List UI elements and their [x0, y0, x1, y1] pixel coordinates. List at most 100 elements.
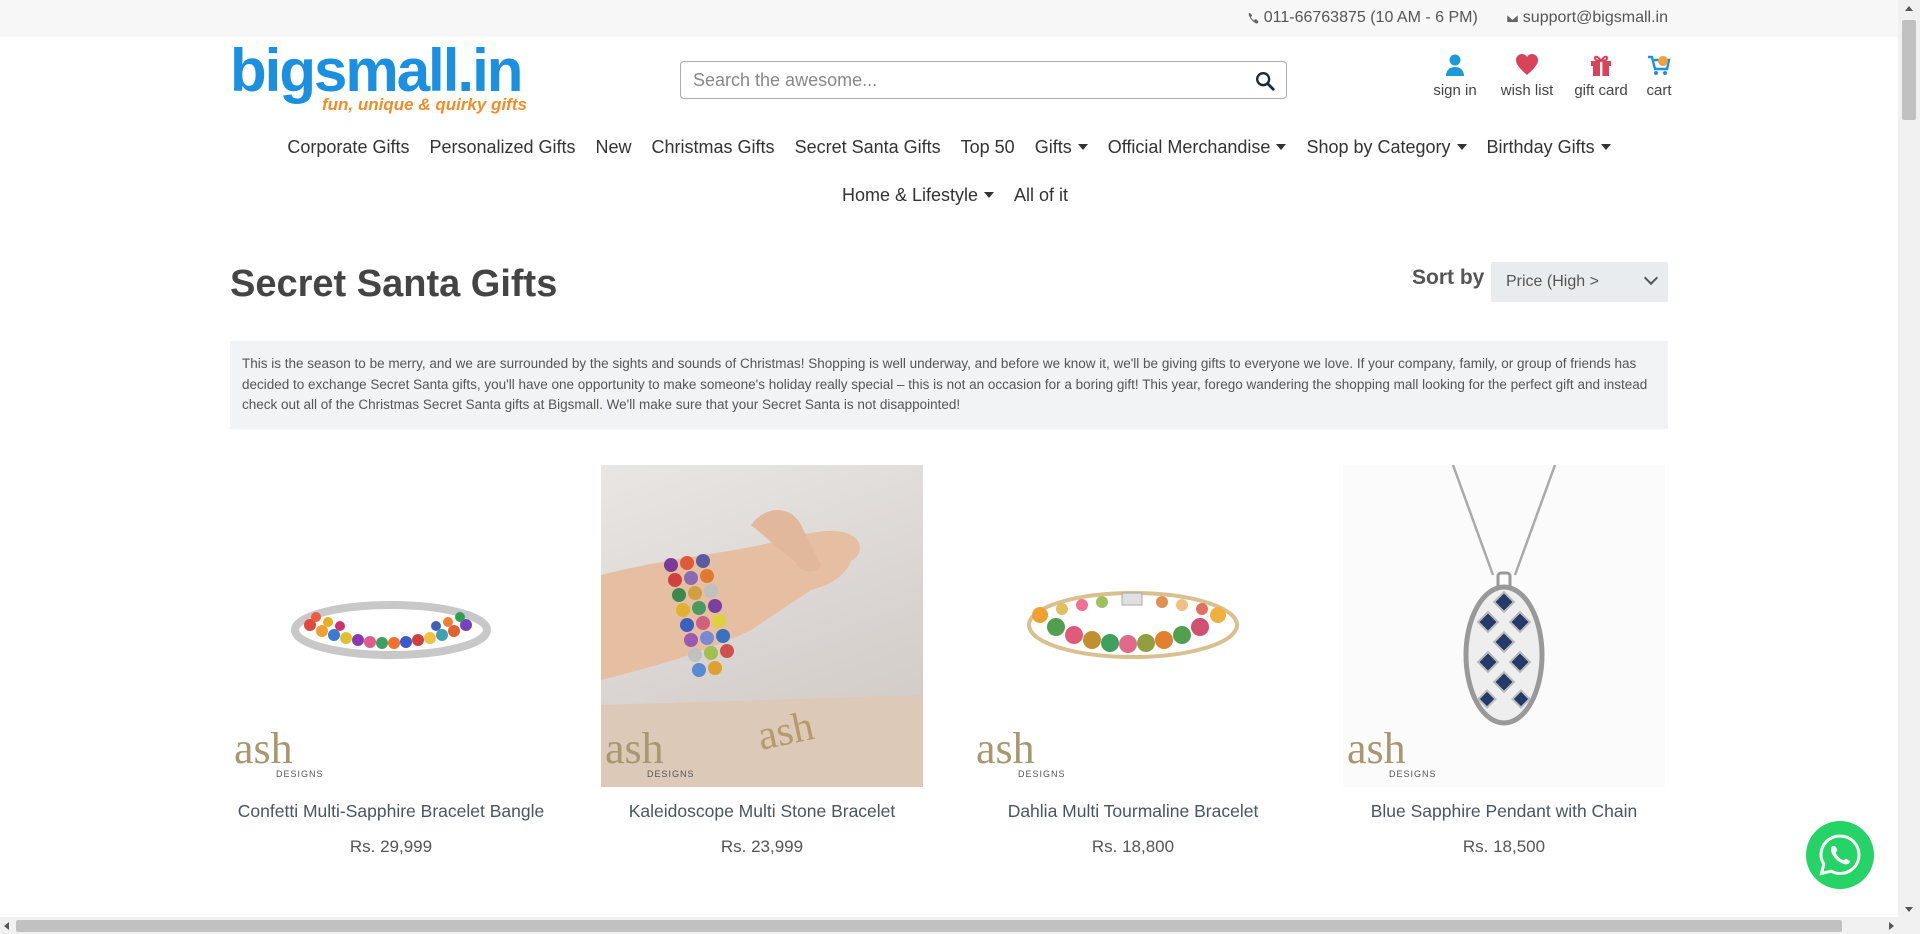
- cart-label: cart: [1646, 82, 1672, 99]
- phone-icon: [1248, 12, 1259, 24]
- search-icon[interactable]: [1254, 70, 1276, 92]
- product-image[interactable]: ash DESIGNS: [1343, 465, 1665, 787]
- gift-icon: [1591, 55, 1611, 76]
- brand-name: ash: [1347, 724, 1406, 773]
- product-image[interactable]: ash DESIGNS: [230, 465, 552, 787]
- nav-item-corporate-gifts[interactable]: Corporate Gifts: [287, 137, 409, 158]
- nav-item-personalized-gifts[interactable]: Personalized Gifts: [429, 137, 575, 158]
- product-price: Rs. 18,800: [1091, 837, 1175, 856]
- brand-watermark: ash DESIGNS: [234, 724, 324, 780]
- nav-item-label: Christmas Gifts: [651, 136, 775, 157]
- brand-watermark: ash DESIGNS: [976, 724, 1066, 780]
- caret-down-icon: [1077, 144, 1088, 150]
- heart-icon: [1516, 54, 1538, 75]
- product-title[interactable]: Confetti Multi-Sapphire Bracelet Bangle: [238, 801, 544, 822]
- nav-row-secondary: Home & Lifestyle All of it: [12, 176, 1898, 214]
- product-image[interactable]: ash ash DESIGNS: [601, 465, 923, 787]
- nav-item-christmas-gifts[interactable]: Christmas Gifts: [652, 137, 775, 158]
- main-nav: Corporate Gifts Personalized Gifts New Chri…: [0, 128, 1898, 214]
- brand-subtitle: DESIGNS: [1018, 769, 1066, 779]
- nav-item-secret-santa-gifts[interactable]: Secret Santa Gifts: [795, 137, 941, 158]
- whatsapp-chat-button[interactable]: [1806, 821, 1874, 889]
- giftcard-button[interactable]: gift card: [1567, 52, 1635, 104]
- signin-button[interactable]: sign in: [1425, 52, 1485, 104]
- whatsapp-icon: [1819, 834, 1861, 876]
- logo-tagline: fun, unique & quirky gifts: [322, 95, 527, 114]
- nav-item-label: Personalized Gifts: [429, 136, 576, 157]
- user-icon: [1446, 54, 1464, 76]
- giftcard-label: gift card: [1574, 82, 1628, 99]
- nav-item-official-merchandise[interactable]: Official Merchandise: [1108, 137, 1287, 158]
- product-title[interactable]: Dahlia Multi Tourmaline Bracelet: [1008, 801, 1259, 822]
- vertical-scrollbar[interactable]: [1898, 0, 1920, 934]
- brand-watermark: ash DESIGNS: [605, 724, 695, 780]
- nav-item-top-50[interactable]: Top 50: [961, 137, 1015, 158]
- sort-dropdown[interactable]: Price (High >: [1491, 262, 1668, 302]
- nav-item-label: New: [595, 136, 632, 157]
- wishlist-button[interactable]: wish list: [1489, 52, 1565, 104]
- product-image[interactable]: ash DESIGNS: [972, 465, 1294, 787]
- sort-label: Sort by: [1412, 266, 1485, 289]
- product-price: Rs. 29,999: [349, 837, 433, 856]
- nav-item-new[interactable]: New: [596, 137, 632, 158]
- product-card[interactable]: ash DESIGNS Dahlia Multi Tourmaline Brac…: [972, 465, 1294, 857]
- nav-item-label: Shop by Category: [1306, 136, 1451, 157]
- scroll-down-icon[interactable]: [1905, 907, 1913, 912]
- brand-name: ash: [234, 724, 293, 773]
- brand-name: ash: [605, 724, 664, 773]
- nav-item-birthday-gifts[interactable]: Birthday Gifts: [1487, 137, 1611, 158]
- product-card[interactable]: ash DESIGNS Blue Sapphire Pendant with C…: [1343, 465, 1665, 857]
- nav-item-label: Secret Santa Gifts: [794, 136, 941, 157]
- nav-item-all-of-it[interactable]: All of it: [1014, 185, 1068, 206]
- horizontal-scroll-thumb[interactable]: [16, 920, 1842, 932]
- brand-subtitle: DESIGNS: [1389, 769, 1437, 779]
- nav-item-home-lifestyle[interactable]: Home & Lifestyle: [841, 184, 995, 206]
- product-title[interactable]: Kaleidoscope Multi Stone Bracelet: [629, 801, 896, 822]
- brand-subtitle: DESIGNS: [276, 769, 324, 779]
- nav-item-shop-by-category[interactable]: Shop by Category: [1306, 136, 1467, 158]
- scroll-left-icon[interactable]: [4, 922, 9, 930]
- site-logo[interactable]: bigsmall.in fun, unique & quirky gifts: [230, 41, 530, 121]
- phone-number: 011-66763875 (10 AM - 6 PM): [1263, 9, 1478, 26]
- envelope-icon: [1506, 13, 1519, 23]
- scroll-up-icon[interactable]: [1905, 6, 1913, 11]
- logo-wordmark: bigsmall.in: [230, 37, 523, 104]
- brand-subtitle: DESIGNS: [647, 769, 695, 779]
- nav-item-label: Corporate Gifts: [287, 136, 410, 157]
- product-grid: ash DESIGNS Confetti Multi-Sapphire Brac…: [230, 465, 1668, 857]
- product-card[interactable]: ash ash DESIGNS Kaleidoscope Multi Stone…: [601, 465, 923, 857]
- nav-item-label: Home & Lifestyle: [841, 184, 979, 205]
- caret-down-icon: [1600, 144, 1611, 150]
- horizontal-scrollbar[interactable]: [0, 917, 1898, 934]
- top-contact-bar: 011-66763875 (10 AM - 6 PM) support@bigs…: [0, 0, 1898, 37]
- brand-name: ash: [976, 724, 1035, 773]
- brand-watermark: ash DESIGNS: [1347, 724, 1437, 780]
- product-price: Rs. 23,999: [720, 837, 804, 856]
- product-card[interactable]: ash DESIGNS Confetti Multi-Sapphire Brac…: [230, 465, 552, 857]
- nav-item-label: All of it: [1014, 184, 1069, 205]
- category-description: This is the season to be merry, and we a…: [230, 341, 1668, 429]
- contact-info: 011-66763875 (10 AM - 6 PM) support@bigs…: [1247, 9, 1668, 27]
- email-address[interactable]: support@bigsmall.in: [1523, 9, 1668, 27]
- signin-label: sign in: [1433, 82, 1477, 99]
- nav-item-label: Official Merchandise: [1107, 136, 1271, 157]
- nav-item-gifts[interactable]: Gifts: [1035, 137, 1088, 158]
- caret-down-icon: [1456, 144, 1467, 150]
- page-title: Secret Santa Gifts: [230, 263, 558, 305]
- vertical-scroll-thumb[interactable]: [1902, 20, 1916, 120]
- email-contact[interactable]: support@bigsmall.in: [1506, 9, 1668, 27]
- cart-icon: [1648, 55, 1671, 75]
- sort-selected-value: Price (High >: [1506, 273, 1599, 290]
- search-input[interactable]: [693, 68, 1233, 92]
- search-bar: [680, 61, 1287, 99]
- scroll-right-icon[interactable]: [1889, 922, 1894, 930]
- header-actions: sign in wish list gift card cart: [1425, 52, 1679, 104]
- phone-contact: 011-66763875 (10 AM - 6 PM): [1247, 9, 1478, 27]
- caret-down-icon: [1276, 144, 1287, 150]
- cart-button[interactable]: cart: [1639, 52, 1679, 104]
- product-title[interactable]: Blue Sapphire Pendant with Chain: [1371, 801, 1638, 822]
- nav-row-primary: Corporate Gifts Personalized Gifts New Chri…: [0, 128, 1898, 166]
- product-price: Rs. 18,500: [1462, 837, 1546, 856]
- nav-item-label: Birthday Gifts: [1486, 136, 1595, 157]
- chevron-down-icon: [1643, 270, 1659, 286]
